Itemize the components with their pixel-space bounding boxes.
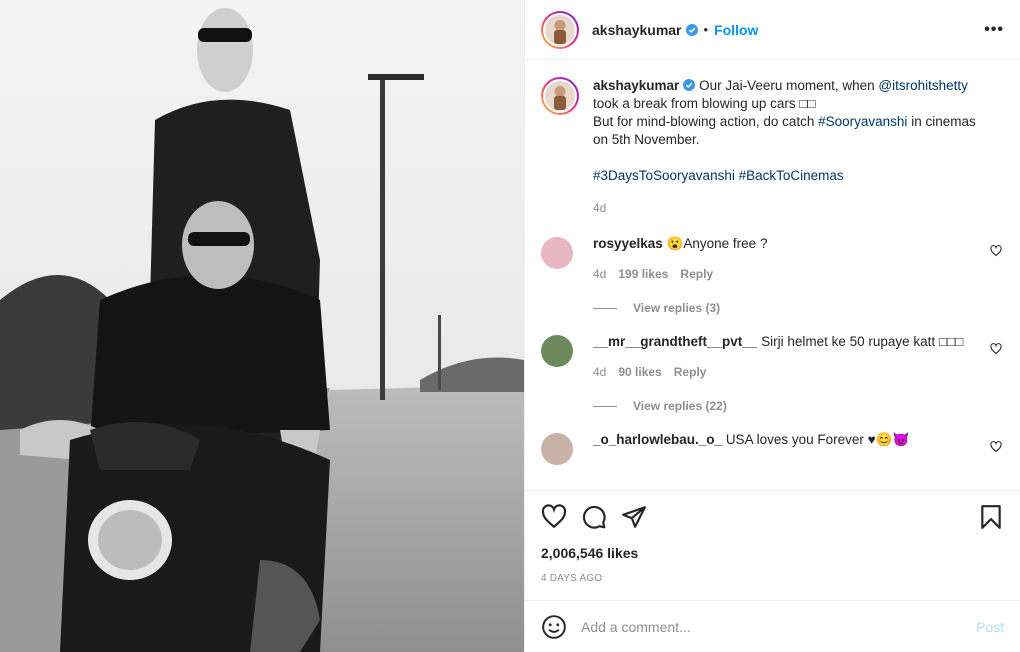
- caption-timestamp[interactable]: 4d: [593, 199, 993, 217]
- view-replies[interactable]: View replies (22): [593, 399, 1004, 413]
- verified-badge-icon: [683, 79, 696, 91]
- hashtag-link[interactable]: #3DaysToSooryavanshi: [593, 168, 735, 183]
- separator-dot: •: [703, 22, 709, 37]
- likes-count[interactable]: 2,006,546 likes: [541, 545, 1004, 561]
- reply-button[interactable]: Reply: [674, 365, 707, 379]
- comment-composer: Post: [525, 600, 1020, 652]
- comment-username[interactable]: _o_harlowlebau._o_: [593, 432, 722, 447]
- like-comment-heart-icon[interactable]: [990, 343, 1002, 355]
- hashtag-link[interactable]: #Sooryavanshi: [818, 114, 907, 129]
- emoji-smile-icon[interactable]: [541, 614, 567, 640]
- comment-item: _o_harlowlebau._o_ USA loves you Forever…: [541, 431, 1004, 465]
- reply-button[interactable]: Reply: [680, 267, 713, 281]
- view-replies-label[interactable]: View replies (3): [633, 301, 720, 315]
- comment-avatar[interactable]: [541, 433, 573, 465]
- comment-time[interactable]: 4d: [593, 365, 606, 379]
- post-header: akshaykumar • Follow •••: [525, 0, 1020, 60]
- comment-avatar[interactable]: [541, 237, 573, 269]
- comment-text: USA loves you Forever ♥😊😈: [725, 432, 910, 447]
- photo-illustration: [0, 0, 524, 652]
- more-options-icon[interactable]: •••: [984, 21, 1004, 39]
- post-actions: 2,006,546 likes 4 DAYS AGO: [525, 490, 1020, 584]
- like-heart-icon[interactable]: [541, 504, 567, 530]
- comment-likes[interactable]: 199 likes: [618, 267, 668, 281]
- post-age[interactable]: 4 DAYS AGO: [541, 573, 1004, 584]
- follow-button[interactable]: Follow: [714, 22, 758, 38]
- comment-likes[interactable]: 90 likes: [618, 365, 661, 379]
- caption-text: akshaykumar Our Jai-Veeru moment, when @…: [593, 77, 993, 217]
- view-replies-label[interactable]: View replies (22): [633, 399, 727, 413]
- comment-text: Sirji helmet ke 50 rupaye katt □□□: [761, 334, 964, 349]
- post-side-panel: akshaykumar • Follow ••• akshaykumar Our…: [524, 0, 1020, 652]
- comment-username[interactable]: rosyyelkas: [593, 236, 663, 251]
- hashtag-link[interactable]: #BackToCinemas: [739, 168, 844, 183]
- mention-link[interactable]: @itsrohitshetty: [878, 78, 967, 93]
- caption-username[interactable]: akshaykumar: [593, 78, 679, 93]
- comment-item: rosyyelkas 😮Anyone free ? 4d 199 likes Rep…: [541, 235, 1004, 281]
- comment-time[interactable]: 4d: [593, 267, 606, 281]
- view-replies[interactable]: View replies (3): [593, 301, 1004, 315]
- comment-username[interactable]: __mr__grandtheft__pvt__: [593, 334, 757, 349]
- caption-line2-pre: But for mind-blowing action, do catch: [593, 114, 819, 129]
- author-username[interactable]: akshaykumar: [592, 22, 682, 38]
- caption-line1-pre: Our Jai-Veeru moment, when: [699, 78, 879, 93]
- post-photo[interactable]: [0, 0, 524, 652]
- save-bookmark-icon[interactable]: [978, 504, 1004, 530]
- add-comment-input[interactable]: [581, 618, 976, 635]
- share-send-icon[interactable]: [621, 504, 647, 530]
- caption-avatar[interactable]: [541, 77, 579, 115]
- comment-text: 😮Anyone free ?: [666, 236, 768, 251]
- caption: akshaykumar Our Jai-Veeru moment, when @…: [541, 77, 1004, 217]
- comments-list[interactable]: akshaykumar Our Jai-Veeru moment, when @…: [525, 61, 1020, 489]
- author-avatar[interactable]: [541, 10, 579, 49]
- caption-line1-post: took a break from blowing up cars □□: [593, 96, 816, 111]
- post-comment-button[interactable]: Post: [976, 619, 1004, 635]
- comment-bubble-icon[interactable]: [581, 504, 607, 530]
- verified-badge-icon: [685, 23, 698, 36]
- like-comment-heart-icon[interactable]: [990, 441, 1002, 453]
- comment-avatar[interactable]: [541, 335, 573, 367]
- like-comment-heart-icon[interactable]: [990, 245, 1002, 257]
- comment-item: __mr__grandtheft__pvt__ Sirji helmet ke …: [541, 333, 1004, 379]
